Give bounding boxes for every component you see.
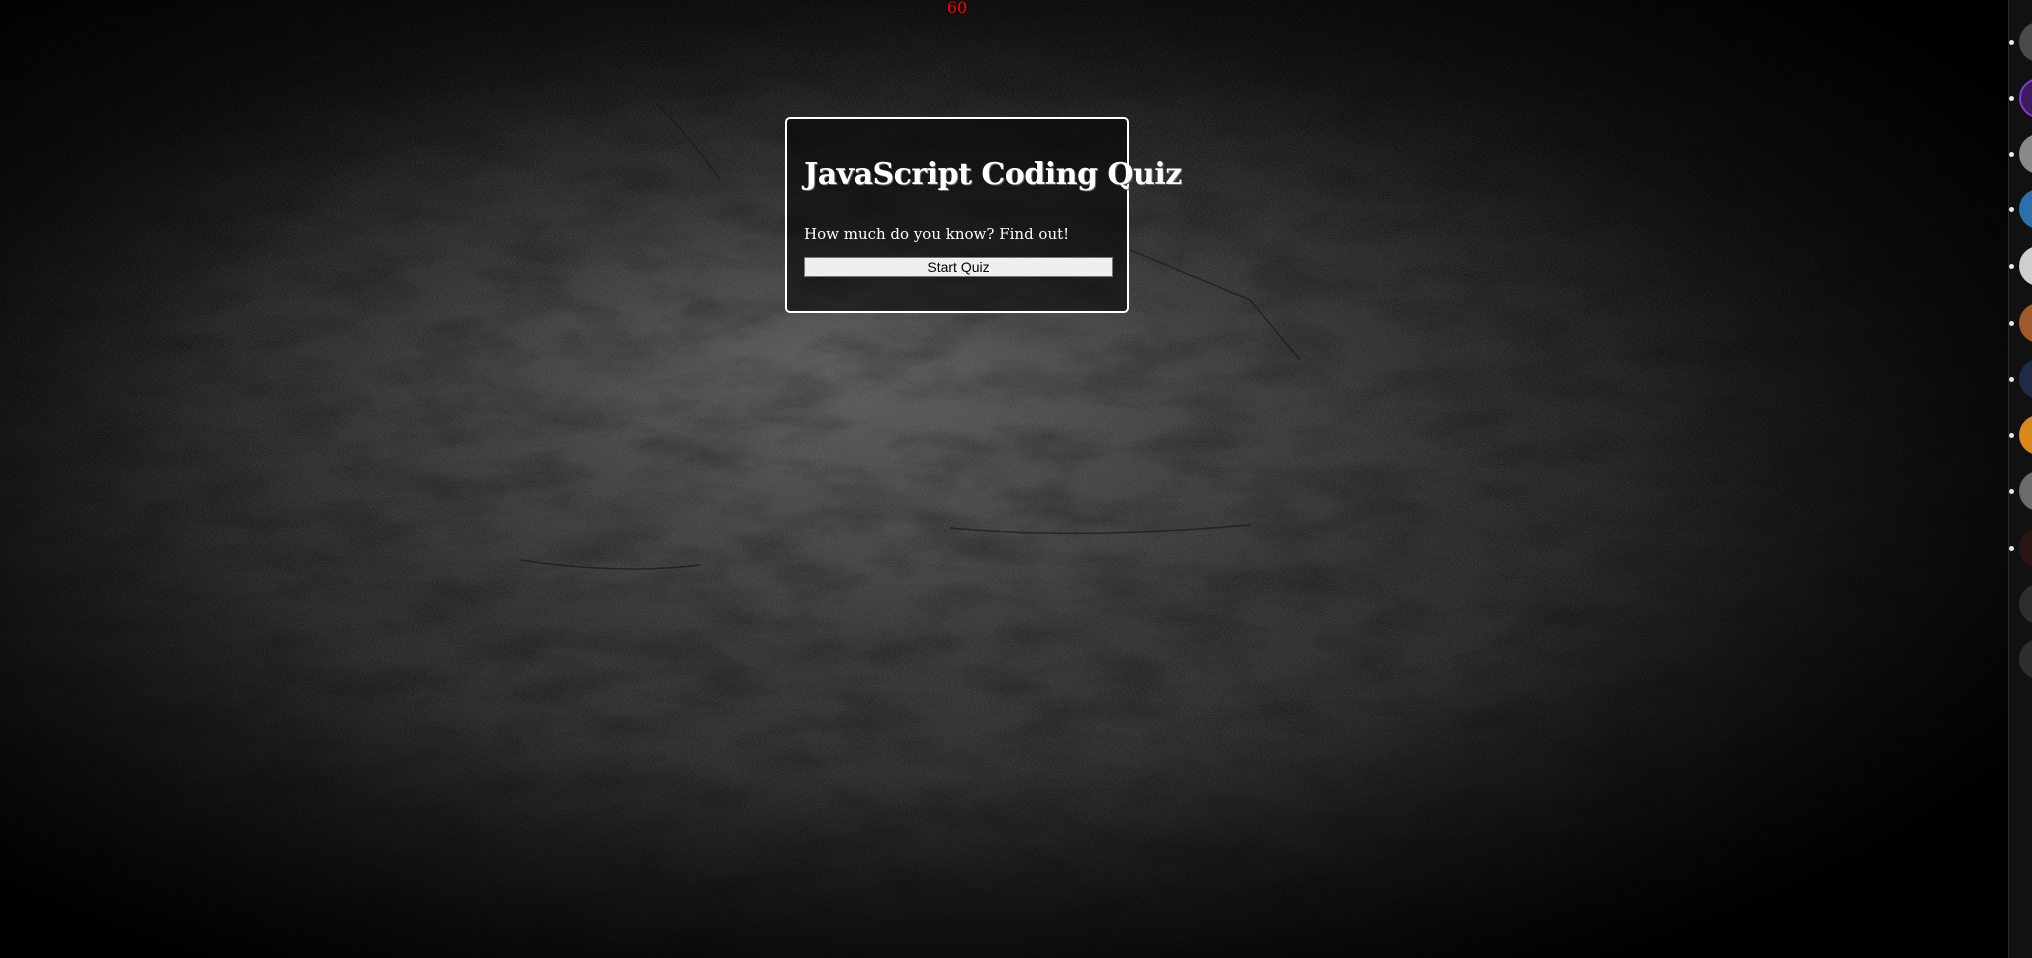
indicator-dot [2009, 40, 2014, 45]
start-quiz-button[interactable]: Start Quiz [804, 257, 1113, 277]
indicator-dot [2009, 96, 2014, 101]
avatar-icon[interactable] [2019, 246, 2032, 286]
avatar-icon[interactable] [2019, 359, 2032, 399]
indicator-dot [2009, 321, 2014, 326]
quiz-subtitle: How much do you know? Find out! [804, 225, 1070, 243]
indicator-dot [2009, 377, 2014, 382]
avatar-icon[interactable] [2019, 22, 2032, 62]
avatar-icon[interactable] [2019, 528, 2032, 568]
indicator-dot [2009, 152, 2014, 157]
avatar-icon[interactable] [2019, 134, 2032, 174]
indicator-dot [2009, 546, 2014, 551]
quiz-title: JavaScript Coding Quiz [804, 157, 1182, 192]
page-background: 60 JavaScript Coding Quiz How much do yo… [0, 0, 2008, 958]
countdown-timer: 60 [946, 0, 968, 17]
quiz-intro-card: JavaScript Coding Quiz How much do you k… [785, 117, 1182, 313]
avatar-icon[interactable] [2019, 639, 2032, 679]
avatar-icon[interactable] [2019, 78, 2032, 118]
avatar-icon[interactable] [2019, 415, 2032, 455]
avatar-icon[interactable] [2019, 189, 2032, 229]
indicator-dot [2009, 433, 2014, 438]
avatar-icon[interactable] [2019, 584, 2032, 624]
avatar-icon[interactable] [2019, 303, 2032, 343]
avatar-icon[interactable] [2019, 471, 2032, 511]
indicator-dot [2009, 207, 2014, 212]
indicator-dot [2009, 264, 2014, 269]
sidebar-avatars [2008, 0, 2032, 958]
indicator-dot [2009, 489, 2014, 494]
